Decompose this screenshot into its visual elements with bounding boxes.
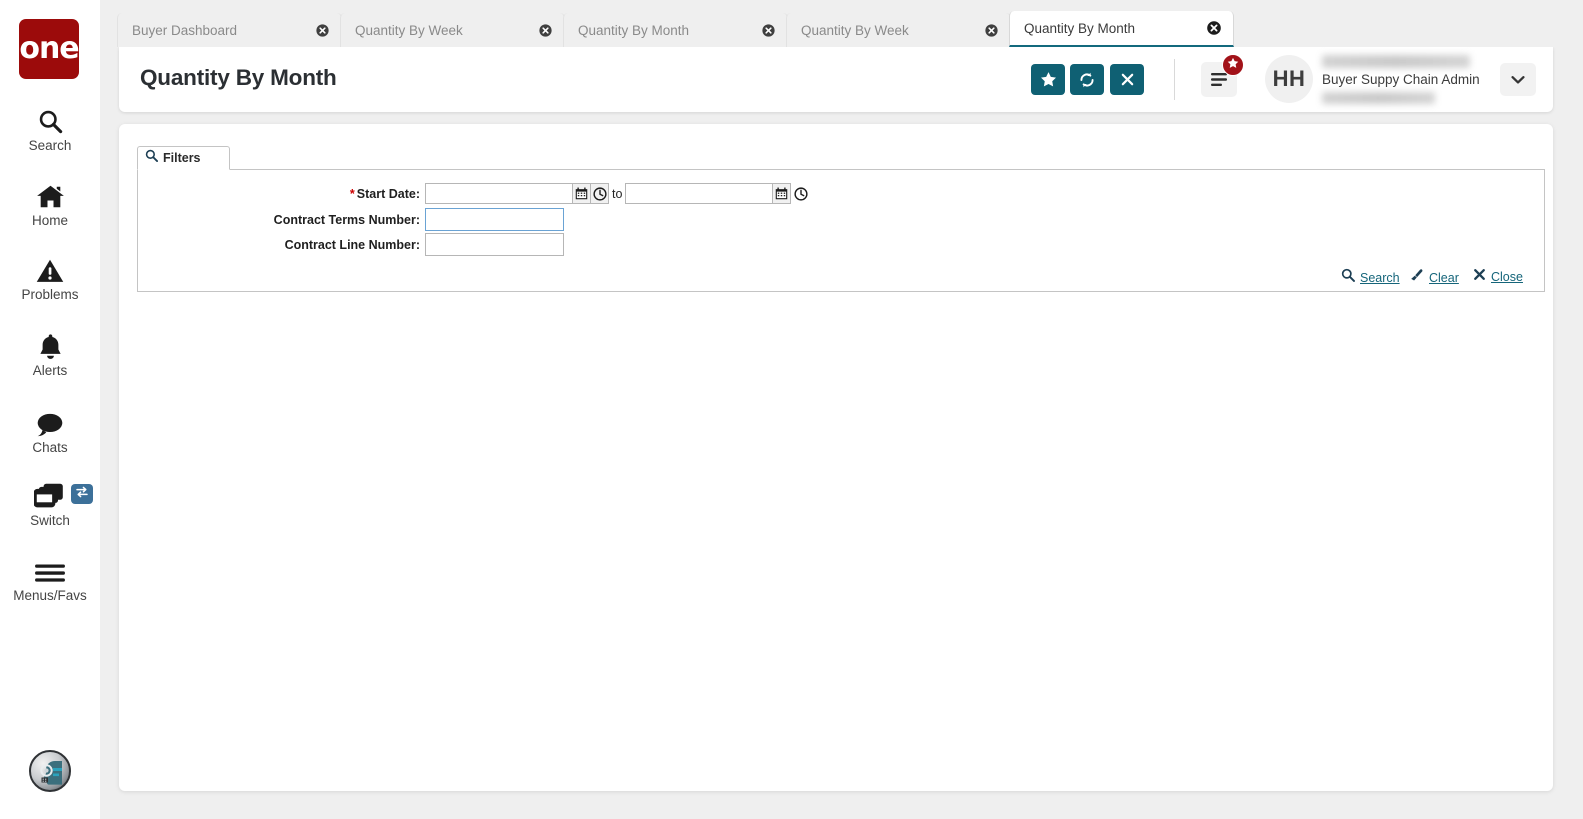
sidebar-item-home[interactable]: Home <box>0 178 100 228</box>
tab-label: Quantity By Month <box>578 22 690 38</box>
contract-terms-number-label: Contract Terms Number: <box>273 213 420 227</box>
user-name-redacted <box>1322 55 1470 68</box>
sidebar-item-label: Home <box>31 213 68 228</box>
sidebar-item-label: Menus/Favs <box>13 588 87 603</box>
warning-triangle-icon <box>0 252 100 284</box>
star-icon <box>1227 56 1239 74</box>
user-menu-chevron-down-icon[interactable] <box>1500 63 1536 96</box>
tab-close-icon[interactable] <box>532 13 558 47</box>
start-date-from-calendar-icon[interactable] <box>573 183 591 204</box>
app-logo[interactable]: one <box>19 19 80 79</box>
page-title: Quantity By Month <box>140 65 337 90</box>
sidebar-item-menus-favs[interactable]: Menus/Favs <box>0 553 100 603</box>
sidebar-item-switch[interactable]: Switch <box>0 478 100 528</box>
sidebar-item-label: Switch <box>30 513 70 528</box>
sidebar-item-label: Chats <box>32 440 68 455</box>
sidebar-item-label: Search <box>28 138 72 153</box>
filter-row-start-date: * Start Date: to <box>138 183 1544 208</box>
logo-text: one <box>19 31 79 66</box>
user-role: Buyer Suppy Chain Admin <box>1322 72 1480 87</box>
eraser-icon <box>1410 268 1424 287</box>
search-link-label: Search <box>1360 270 1400 285</box>
search-icon <box>145 149 158 167</box>
tab-quantity-by-month-active[interactable]: Quantity By Month <box>1009 11 1234 47</box>
tab-quantity-by-week-1[interactable]: Quantity By Week <box>340 13 565 47</box>
x-icon <box>1473 268 1486 286</box>
tab-close-icon[interactable] <box>309 13 335 47</box>
close-link-label: Close <box>1491 270 1523 284</box>
tab-label: Quantity By Month <box>1024 20 1136 36</box>
user-info[interactable]: Buyer Suppy Chain Admin <box>1322 55 1492 104</box>
page-header: Quantity By Month HH Buyer Suppy Chain A… <box>119 47 1553 112</box>
start-date-label: * Start Date: <box>349 187 420 201</box>
tab-label: Quantity By Week <box>355 22 463 38</box>
date-range-separator: to <box>612 187 623 201</box>
favorites-badge[interactable] <box>1222 54 1244 76</box>
avatar[interactable]: HH <box>1265 55 1313 103</box>
contract-line-number-input[interactable] <box>425 233 564 256</box>
switch-badge[interactable] <box>71 484 93 504</box>
clear-link[interactable]: Clear <box>1410 268 1459 287</box>
tab-close-icon[interactable] <box>978 13 1004 47</box>
avatar-initials: HH <box>1272 66 1306 91</box>
header-divider <box>1174 59 1175 100</box>
tab-quantity-by-month-1[interactable]: Quantity By Month <box>563 13 788 47</box>
tab-label: Buyer Dashboard <box>132 22 238 38</box>
tab-label: Quantity By Week <box>801 22 909 38</box>
tab-filters-label: Filters <box>163 151 201 165</box>
left-sidebar: one Search Home Problems Alerts Chats Sw… <box>0 0 100 819</box>
sidebar-item-label: Alerts <box>32 363 68 378</box>
filters-panel: *Start Date: to Contract Terms Number: <box>137 169 1545 292</box>
tab-close-icon[interactable] <box>1201 11 1227 45</box>
start-date-from-clock-icon[interactable] <box>591 183 609 204</box>
required-marker: * <box>349 187 355 201</box>
close-button[interactable] <box>1110 64 1144 95</box>
tab-filters[interactable]: Filters <box>137 146 230 170</box>
sidebar-item-label: Problems <box>21 287 79 302</box>
search-icon <box>1341 268 1355 287</box>
filter-row-contract-terms-number: Contract Terms Number: <box>138 208 1544 233</box>
refresh-button[interactable] <box>1070 64 1104 95</box>
start-date-to-clock-icon[interactable] <box>791 183 810 204</box>
contract-terms-number-input[interactable] <box>425 208 564 231</box>
sidebar-item-problems[interactable]: Problems <box>0 252 100 302</box>
filter-row-contract-line-number: Contract Line Number: <box>138 233 1544 258</box>
start-date-from-input[interactable] <box>425 183 573 204</box>
search-icon <box>0 103 100 135</box>
sidebar-item-alerts[interactable]: Alerts <box>0 328 100 378</box>
start-date-to-input[interactable] <box>625 183 773 204</box>
tab-close-icon[interactable] <box>755 13 781 47</box>
home-icon <box>0 178 100 210</box>
contract-line-number-label: Contract Line Number: <box>284 238 420 252</box>
user-org-redacted <box>1322 92 1435 104</box>
sidebar-item-search[interactable]: Search <box>0 103 100 153</box>
favorite-button[interactable] <box>1031 64 1065 95</box>
tab-quantity-by-week-2[interactable]: Quantity By Week <box>786 13 1011 47</box>
close-link[interactable]: Close <box>1473 268 1523 286</box>
hamburger-icon <box>0 553 100 585</box>
sidebar-item-chats[interactable]: Chats <box>0 405 100 455</box>
ai-assistant-avatar-icon[interactable] <box>29 750 71 792</box>
bell-icon <box>0 328 100 360</box>
search-link[interactable]: Search <box>1341 268 1400 287</box>
chat-bubble-icon <box>0 405 100 437</box>
main-content-card: Filters *Start Date: to Contract Terms <box>119 124 1553 791</box>
exchange-arrows-icon <box>75 485 89 504</box>
tab-bar: Buyer Dashboard Quantity By Week Quantit… <box>100 0 1583 47</box>
tab-buyer-dashboard[interactable]: Buyer Dashboard <box>117 13 342 47</box>
start-date-to-calendar-icon[interactable] <box>773 183 791 204</box>
clear-link-label: Clear <box>1429 270 1459 285</box>
